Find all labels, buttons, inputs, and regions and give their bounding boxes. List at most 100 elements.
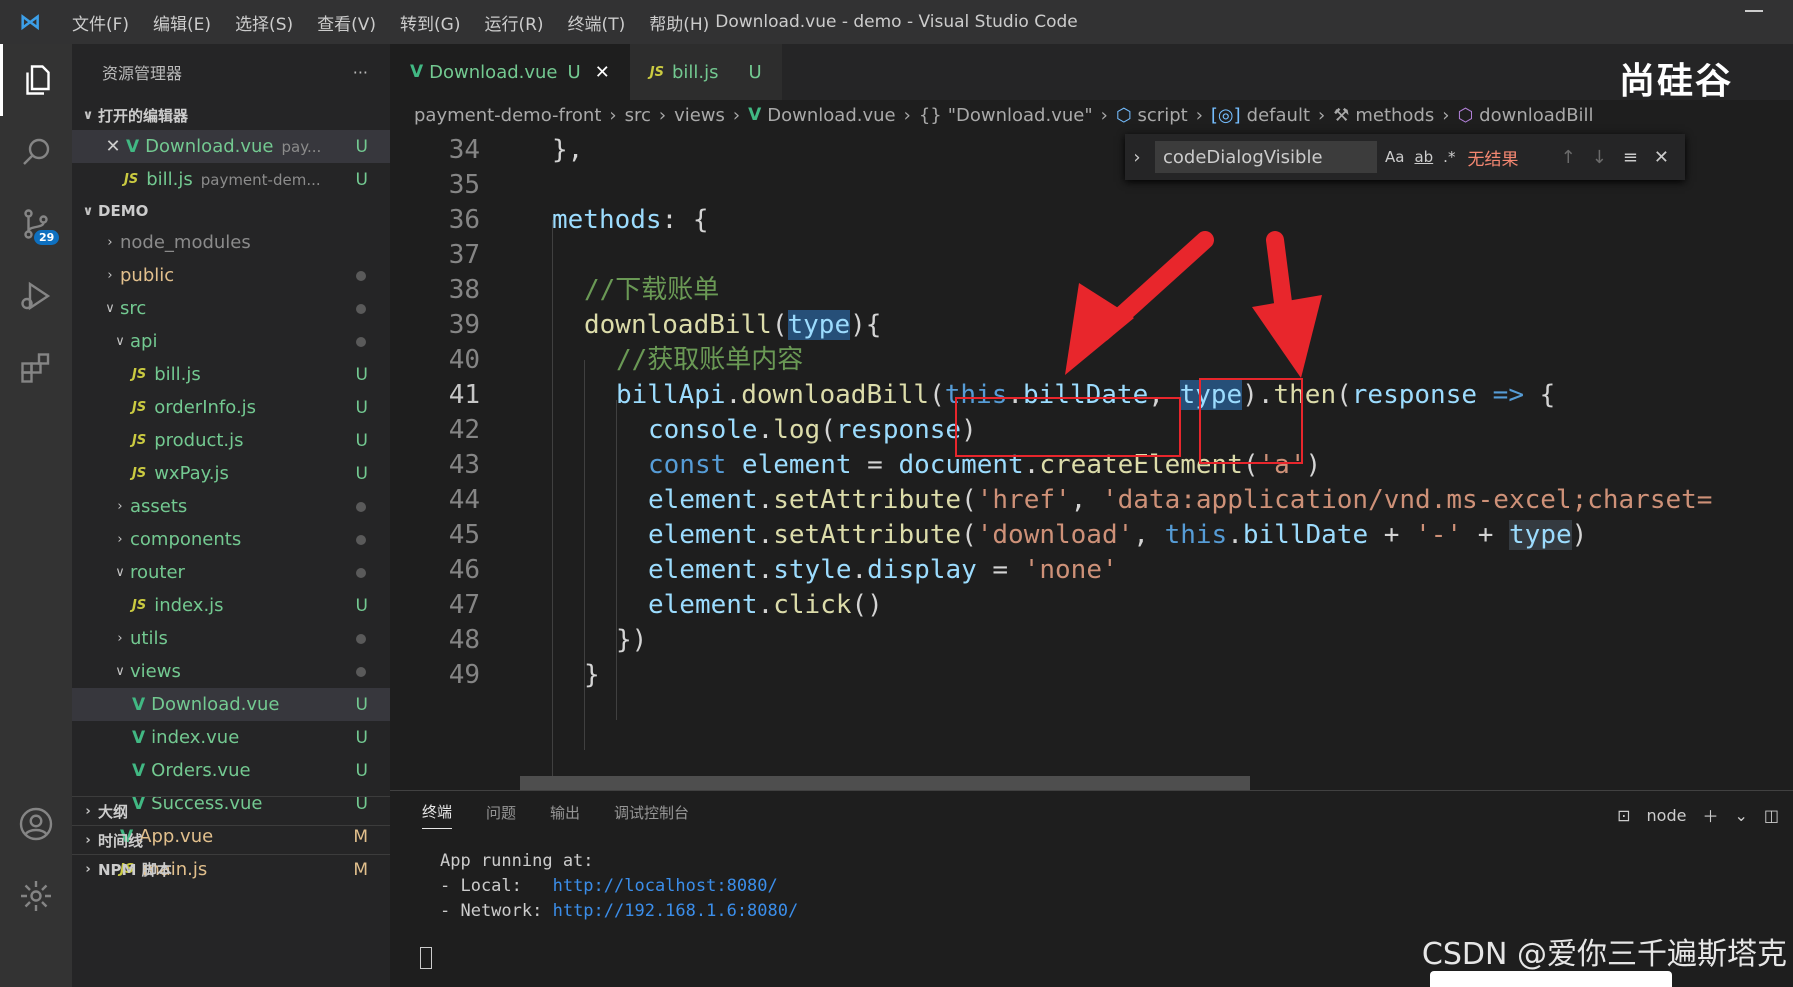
git-status: U bbox=[355, 463, 368, 484]
code-token: ( bbox=[929, 380, 945, 410]
panel-actions: ⊡ node ＋ ⌄ ◫ bbox=[1617, 803, 1779, 827]
breadcrumb-item[interactable]: script bbox=[1138, 105, 1188, 126]
breadcrumb-item[interactable]: methods bbox=[1355, 105, 1434, 126]
line-number: 39 bbox=[448, 310, 480, 340]
menu-edit[interactable]: 编辑(E) bbox=[141, 10, 223, 35]
breadcrumb-item[interactable]: Download.vue bbox=[767, 105, 895, 126]
run-debug-activity[interactable] bbox=[0, 260, 72, 332]
regex-button[interactable]: .* bbox=[1443, 148, 1455, 166]
menu-run[interactable]: 运行(R) bbox=[472, 10, 555, 35]
more-actions-button[interactable]: ··· bbox=[353, 63, 368, 82]
timeline-header[interactable]: › 时间线 bbox=[72, 825, 390, 855]
chevron-right-icon[interactable]: › bbox=[1125, 147, 1149, 168]
tab-problems[interactable]: 问题 bbox=[486, 802, 516, 829]
tab-debug-console[interactable]: 调试控制台 bbox=[614, 802, 689, 829]
chevron-right-icon: › bbox=[732, 104, 741, 126]
breadcrumb-item[interactable]: downloadBill bbox=[1479, 105, 1593, 126]
tree-file-orders-vue[interactable]: V Orders.vue U bbox=[72, 754, 390, 787]
ime-toolbar[interactable] bbox=[1430, 971, 1672, 987]
tree-file-product-js[interactable]: JS product.js U bbox=[72, 424, 390, 457]
tab-download-vue[interactable]: V Download.vue U ✕ bbox=[390, 44, 630, 100]
close-icon[interactable]: ✕ bbox=[595, 62, 610, 83]
code-token: . bbox=[757, 485, 774, 515]
account-icon bbox=[19, 807, 53, 841]
menu-help[interactable]: 帮助(H) bbox=[637, 10, 721, 35]
tree-folder-components[interactable]: › components bbox=[72, 523, 390, 556]
tab-output[interactable]: 输出 bbox=[550, 802, 580, 829]
git-status: U bbox=[355, 136, 368, 157]
close-icon[interactable]: ✕ bbox=[1654, 147, 1669, 168]
vue-file-icon: V bbox=[748, 105, 762, 125]
outline-header[interactable]: › 大纲 bbox=[72, 796, 390, 826]
tab-terminal[interactable]: 终端 bbox=[422, 801, 453, 829]
split-terminal-icon[interactable]: ◫ bbox=[1764, 806, 1779, 825]
tree-folder-src[interactable]: ∨ src bbox=[72, 292, 390, 325]
whole-word-button[interactable]: ab bbox=[1414, 148, 1433, 166]
terminal-shell-name[interactable]: node bbox=[1647, 806, 1687, 825]
match-case-button[interactable]: Aa bbox=[1385, 148, 1404, 166]
source-control-activity[interactable]: 29 bbox=[0, 188, 72, 260]
git-status: U bbox=[355, 430, 368, 451]
local-url-link[interactable]: http://localhost:8080/ bbox=[553, 876, 778, 896]
open-editor-bill-js[interactable]: JS bill.js payment-dem... U bbox=[72, 163, 390, 196]
tab-bill-js[interactable]: JS bill.js U bbox=[629, 44, 782, 100]
code-line: methods: { bbox=[520, 200, 1793, 240]
tree-file-download-vue[interactable]: V Download.vue U bbox=[72, 688, 390, 721]
tree-folder-public[interactable]: › public bbox=[72, 259, 390, 292]
accounts-activity[interactable] bbox=[0, 788, 72, 860]
tree-file-index-vue[interactable]: V index.vue U bbox=[72, 721, 390, 754]
arrow-down-icon[interactable]: ↓ bbox=[1592, 147, 1607, 168]
minimize-button[interactable] bbox=[1745, 10, 1763, 12]
menu-file[interactable]: 文件(F) bbox=[60, 10, 141, 35]
new-terminal-button[interactable]: ＋ bbox=[1702, 803, 1718, 827]
code-editor[interactable]: }, methods: { //下载账单 downloadBill(type){… bbox=[520, 130, 1793, 790]
tree-folder-assets[interactable]: › assets bbox=[72, 490, 390, 523]
horizontal-scrollbar[interactable] bbox=[520, 776, 1793, 790]
code-token: . bbox=[725, 380, 742, 410]
breadcrumb-item[interactable]: payment-demo-front bbox=[414, 105, 601, 126]
terminal-output[interactable]: App running at: - Local: http://localhos… bbox=[440, 849, 798, 924]
scrollbar-thumb[interactable] bbox=[520, 776, 1250, 790]
explorer-activity[interactable] bbox=[0, 44, 72, 116]
settings-activity[interactable] bbox=[0, 860, 72, 932]
tree-folder-views[interactable]: ∨ views bbox=[72, 655, 390, 688]
extensions-icon bbox=[21, 353, 50, 383]
chevron-down-icon: ∨ bbox=[115, 664, 125, 679]
code-line: //下载账单 bbox=[520, 270, 1793, 310]
breadcrumb-item[interactable]: "Download.vue" bbox=[948, 105, 1093, 126]
tree-folder-router[interactable]: ∨ router bbox=[72, 556, 390, 589]
tree-folder-utils[interactable]: › utils bbox=[72, 622, 390, 655]
tree-folder-api[interactable]: ∨ api bbox=[72, 325, 390, 358]
breadcrumb-item[interactable]: default bbox=[1247, 105, 1310, 126]
tree-file-wxpay-js[interactable]: JS wxPay.js U bbox=[72, 457, 390, 490]
npm-scripts-header[interactable]: › NPM 脚本 bbox=[72, 854, 390, 884]
tree-label: wxPay.js bbox=[154, 463, 229, 484]
search-activity[interactable] bbox=[0, 116, 72, 188]
menu-go[interactable]: 转到(G) bbox=[388, 10, 472, 35]
breadcrumb-item[interactable]: views bbox=[674, 105, 725, 126]
tree-file-index-js[interactable]: JS index.js U bbox=[72, 589, 390, 622]
menu-terminal[interactable]: 终端(T) bbox=[556, 10, 638, 35]
line-number: 49 bbox=[448, 660, 480, 690]
status-dot bbox=[356, 303, 366, 314]
find-in-selection-icon[interactable]: ≡ bbox=[1623, 147, 1638, 168]
git-status: U bbox=[355, 595, 368, 616]
breadcrumb-item[interactable]: src bbox=[625, 105, 651, 126]
menu-view[interactable]: 查看(V) bbox=[305, 10, 388, 35]
tree-folder-node-modules[interactable]: › node_modules bbox=[72, 226, 390, 259]
open-editors-header[interactable]: ∨ 打开的编辑器 bbox=[72, 100, 390, 130]
extensions-activity[interactable] bbox=[0, 332, 72, 404]
workspace-header[interactable]: ∨ DEMO bbox=[72, 196, 390, 226]
chevron-down-icon[interactable]: ⌄ bbox=[1734, 806, 1747, 825]
network-url-link[interactable]: http://192.168.1.6:8080/ bbox=[553, 901, 799, 921]
tree-file-bill-js[interactable]: JS bill.js U bbox=[72, 358, 390, 391]
tree-file-orderinfo-js[interactable]: JS orderInfo.js U bbox=[72, 391, 390, 424]
menu-selection[interactable]: 选择(S) bbox=[223, 10, 305, 35]
code-line: } bbox=[520, 655, 1793, 695]
find-input[interactable]: codeDialogVisible bbox=[1155, 141, 1377, 173]
terminal-line: App running at: bbox=[440, 851, 594, 871]
close-icon[interactable]: ✕ bbox=[100, 136, 126, 157]
open-editor-download-vue[interactable]: ✕ V Download.vue pay... U bbox=[72, 130, 390, 163]
arrow-up-icon[interactable]: ↑ bbox=[1561, 147, 1576, 168]
menu-bar: 文件(F) 编辑(E) 选择(S) 查看(V) 转到(G) 运行(R) 终端(T… bbox=[60, 10, 721, 35]
